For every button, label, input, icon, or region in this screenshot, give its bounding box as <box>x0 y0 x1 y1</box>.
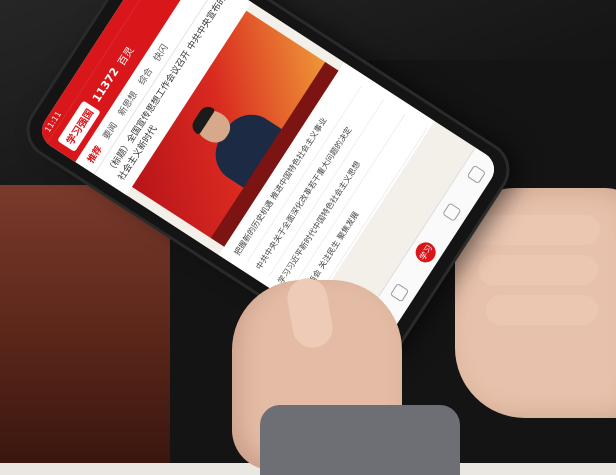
video-icon[interactable] <box>442 202 462 223</box>
tab-news[interactable]: 要闻 <box>99 119 119 142</box>
tab-general[interactable]: 综合 <box>134 65 155 87</box>
profile-icon[interactable] <box>466 165 486 185</box>
photo-scene: 11:11 ▮▯ 学习强国 11372 百灵 ⌕ ☰ 推荐 要闻 新思想 综合 … <box>0 0 616 475</box>
tab-recommend[interactable]: 推荐 <box>84 143 104 165</box>
study-button[interactable]: 学习 <box>411 238 440 267</box>
header-nav-label[interactable]: 百灵 <box>113 43 136 68</box>
message-icon[interactable] <box>389 282 410 303</box>
tab-flash[interactable]: 快闪 <box>149 41 170 64</box>
gray-sleeve <box>260 405 460 475</box>
